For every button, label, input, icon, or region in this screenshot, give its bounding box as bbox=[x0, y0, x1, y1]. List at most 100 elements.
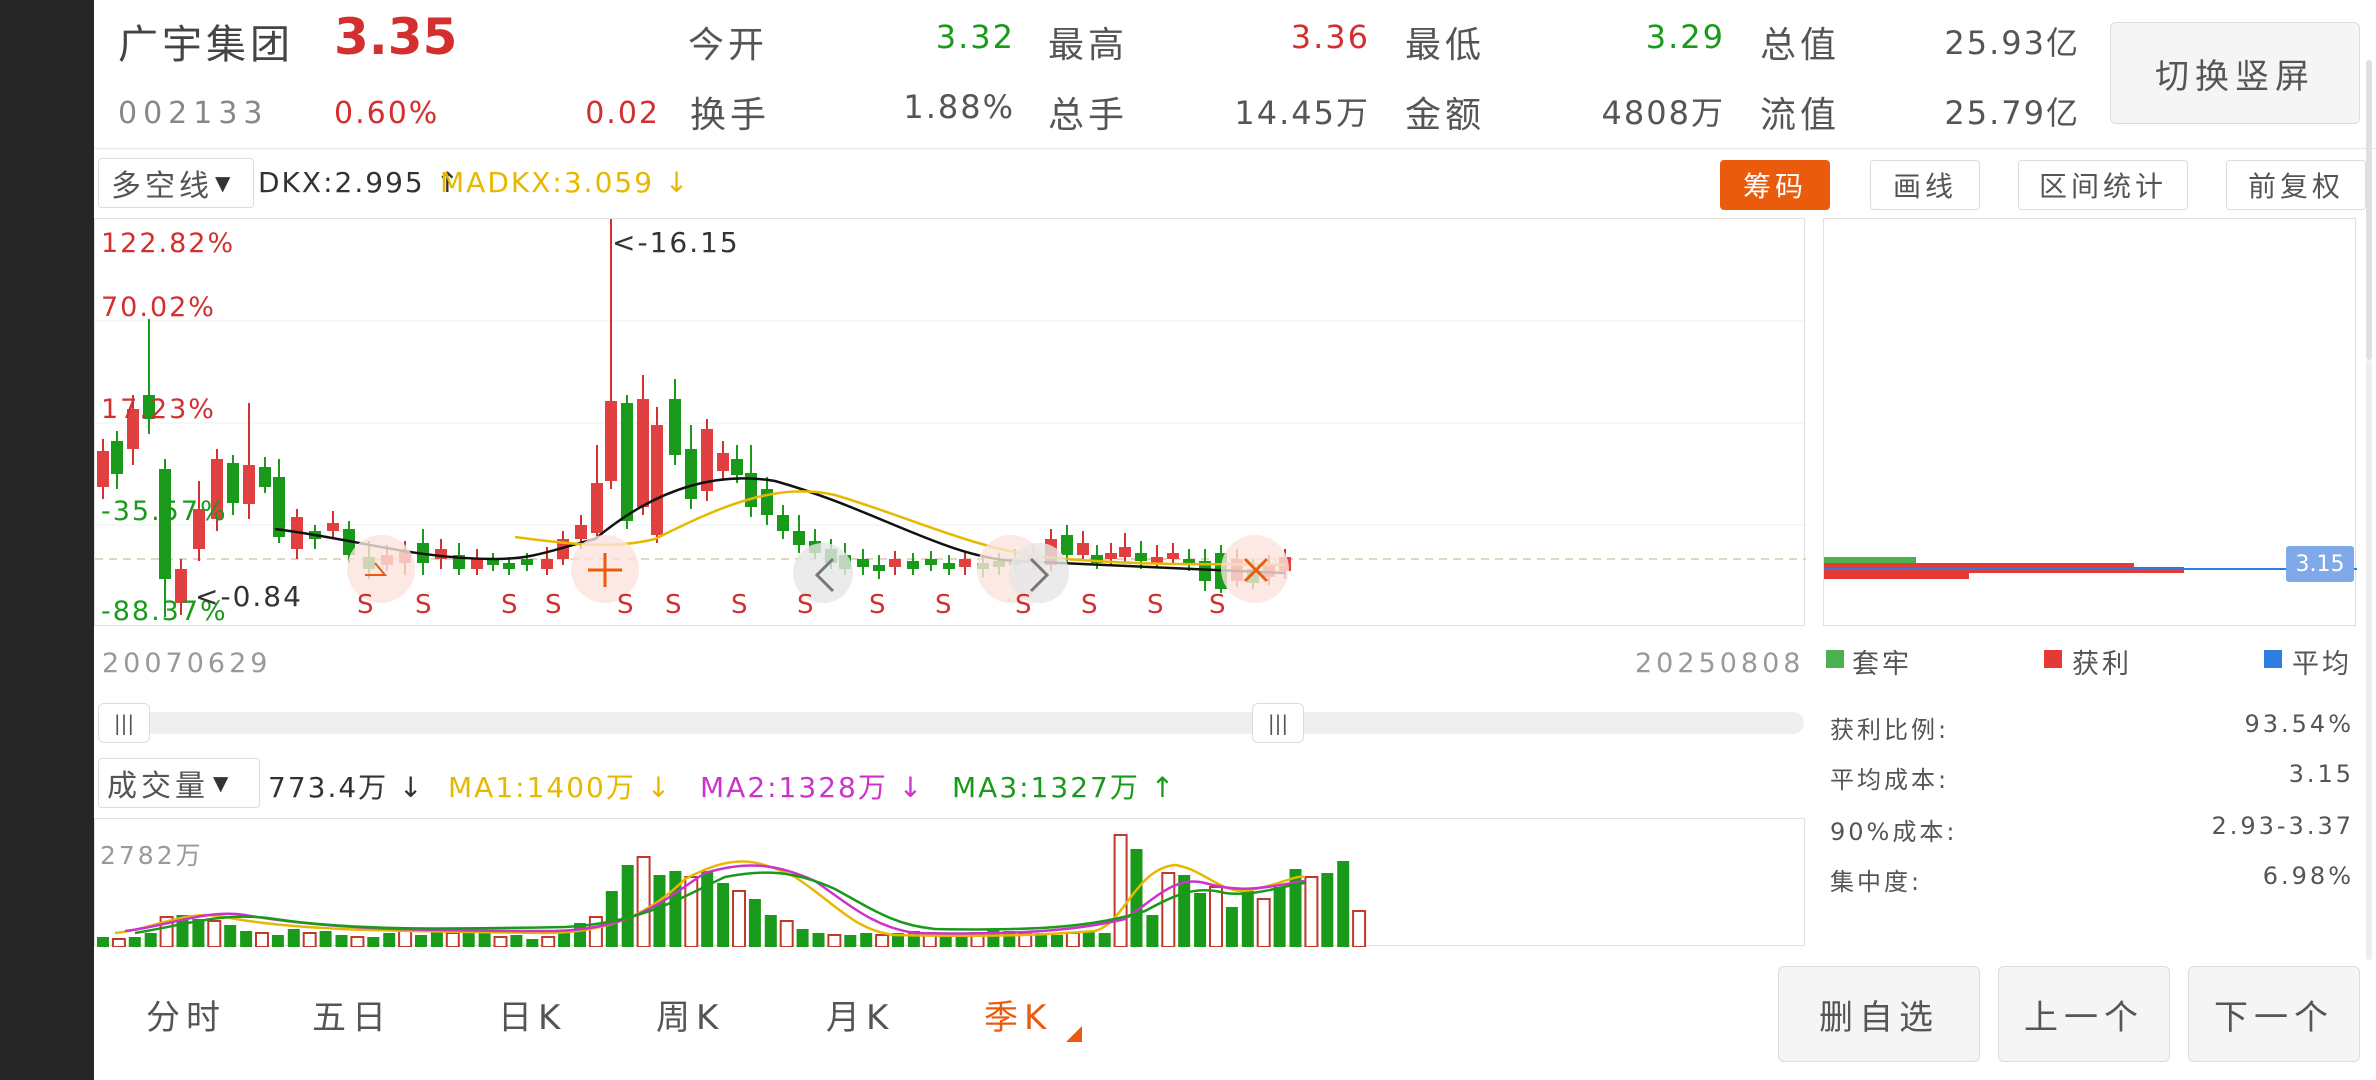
signal-letter: S bbox=[357, 590, 374, 620]
volume-ma2: MA2:1328万 ↓ bbox=[700, 771, 925, 804]
next-stock-button[interactable]: 下一个 bbox=[2188, 966, 2360, 1062]
volume-bar bbox=[558, 933, 571, 947]
volume-bar bbox=[588, 916, 603, 947]
y-label-3: 17.23% bbox=[101, 394, 216, 425]
volume-ma1: MA1:1400万 ↓ bbox=[448, 771, 673, 804]
tab-weekly-k[interactable]: 周K bbox=[656, 990, 724, 1039]
volume-bar bbox=[1241, 891, 1254, 947]
candle-body bbox=[111, 441, 123, 474]
volume-bar bbox=[493, 936, 508, 947]
concentration-label: 集中度: bbox=[1830, 868, 1923, 896]
candle-body bbox=[259, 467, 271, 487]
amount-value: 4808万 bbox=[1601, 94, 1725, 132]
chips-button[interactable]: 筹码 bbox=[1720, 160, 1830, 210]
volume-bar bbox=[255, 932, 269, 947]
candle-body bbox=[243, 465, 255, 504]
high-label: 最高 bbox=[1048, 25, 1129, 66]
volume-bar bbox=[1130, 849, 1143, 947]
volume-bar bbox=[430, 931, 443, 947]
stock-price: 3.35 bbox=[334, 8, 458, 66]
signal-letter: S bbox=[665, 590, 682, 620]
range-stats-button[interactable]: 区间统计 bbox=[2018, 160, 2188, 210]
volume-value: 14.45万 bbox=[1234, 94, 1370, 132]
volume-bar bbox=[827, 934, 842, 947]
avg-cost-label: 平均成本: bbox=[1830, 766, 1950, 794]
volume-chart-panel[interactable] bbox=[94, 818, 1806, 947]
candle-body bbox=[575, 525, 587, 539]
volume-ma3: MA3:1327万 ↑ bbox=[952, 771, 1177, 804]
volume-bar bbox=[111, 938, 126, 947]
indicator-selector[interactable]: 多空线 ▼ bbox=[98, 158, 254, 208]
trapped-legend-label: 套牢 bbox=[1852, 649, 1912, 680]
change-amount: 0.02 bbox=[585, 96, 660, 131]
candle-body bbox=[503, 563, 515, 569]
candle-body bbox=[637, 399, 649, 507]
average-legend-label: 平均 bbox=[2292, 649, 2352, 680]
volume-bar bbox=[1352, 910, 1367, 947]
volume-bar bbox=[732, 890, 746, 947]
volume-bar bbox=[1098, 933, 1111, 947]
range-slider-left-handle[interactable]: ||| bbox=[98, 703, 150, 743]
candle-body bbox=[1077, 543, 1089, 555]
volume-bar bbox=[526, 939, 539, 947]
volume-bar bbox=[319, 931, 332, 947]
volume-bar bbox=[287, 929, 300, 947]
switch-portrait-button[interactable]: 切换竖屏 bbox=[2110, 22, 2360, 124]
chip-profit-bar bbox=[1824, 571, 1969, 579]
volume-bar bbox=[875, 934, 890, 947]
stock-code: 002133 bbox=[118, 96, 269, 131]
volume-bar bbox=[302, 932, 317, 947]
kline-chart-canvas[interactable]: SSSSSSSSSSSSSS bbox=[95, 219, 1806, 627]
volume-bar bbox=[987, 929, 1000, 947]
chip-distribution-panel[interactable] bbox=[1823, 218, 2357, 626]
signal-letter: S bbox=[501, 590, 518, 620]
page-scrollbar[interactable] bbox=[2366, 60, 2372, 360]
tab-monthly-k[interactable]: 月K bbox=[826, 990, 894, 1039]
profit-legend-swatch bbox=[2044, 650, 2062, 668]
volume-bar bbox=[97, 937, 109, 947]
turnover-value: 1.88% bbox=[903, 88, 1015, 126]
tab-quarterly-k[interactable]: 季K bbox=[984, 990, 1052, 1039]
forward-adjust-button[interactable]: 前复权 bbox=[2226, 160, 2366, 210]
signal-letter: S bbox=[545, 590, 562, 620]
y-label-4: -35.57% bbox=[101, 496, 228, 527]
volume-max-label: 2782万 bbox=[100, 841, 204, 870]
draw-line-button[interactable]: 画线 bbox=[1870, 160, 1980, 210]
float-mcap-label: 流值 bbox=[1760, 95, 1841, 136]
tab-daily-k[interactable]: 日K bbox=[498, 990, 566, 1039]
volume-bar bbox=[844, 935, 857, 947]
volume-chart-canvas[interactable] bbox=[95, 819, 1806, 947]
volume-bar bbox=[350, 936, 365, 947]
tab-five-day[interactable]: 五日 bbox=[312, 990, 392, 1039]
range-slider-track[interactable] bbox=[98, 712, 1804, 734]
tab-active-corner-icon bbox=[1066, 1026, 1082, 1042]
volume-bar bbox=[621, 865, 634, 947]
candle-body bbox=[1151, 557, 1163, 563]
range-slider-right-handle[interactable]: ||| bbox=[1252, 703, 1304, 743]
remove-favorite-button[interactable]: 删自选 bbox=[1778, 966, 1980, 1062]
profit-ratio-label: 获利比例: bbox=[1830, 716, 1950, 744]
average-legend-swatch bbox=[2264, 650, 2282, 668]
avg-cost-value: 3.15 bbox=[2288, 760, 2354, 788]
volume-bar bbox=[796, 929, 809, 947]
previous-stock-button[interactable]: 上一个 bbox=[1998, 966, 2170, 1062]
trapped-legend-swatch bbox=[1826, 650, 1844, 668]
volume-bar bbox=[669, 871, 682, 947]
profit-ratio-value: 93.54% bbox=[2244, 710, 2354, 738]
volume-bar bbox=[779, 920, 794, 947]
kline-chart-panel[interactable]: SSSSSSSSSSSSSS bbox=[94, 218, 1806, 627]
volume-bar bbox=[271, 935, 284, 947]
high-marker-label: <-16.15 bbox=[612, 226, 740, 259]
volume-indicator-selector[interactable]: 成交量 ▼ bbox=[98, 758, 260, 808]
candle-body bbox=[521, 559, 533, 565]
volume-bar bbox=[684, 876, 699, 947]
candle-body bbox=[541, 559, 553, 569]
page-scrollbar-track bbox=[2366, 360, 2372, 960]
average-cost-tag: 3.15 bbox=[2286, 546, 2354, 582]
volume-bar bbox=[128, 937, 141, 947]
low-value: 3.29 bbox=[1645, 18, 1725, 56]
volume-bar bbox=[605, 891, 618, 947]
volume-bar bbox=[1273, 887, 1286, 947]
candle-body bbox=[471, 559, 483, 569]
tab-intraday[interactable]: 分时 bbox=[146, 990, 226, 1039]
